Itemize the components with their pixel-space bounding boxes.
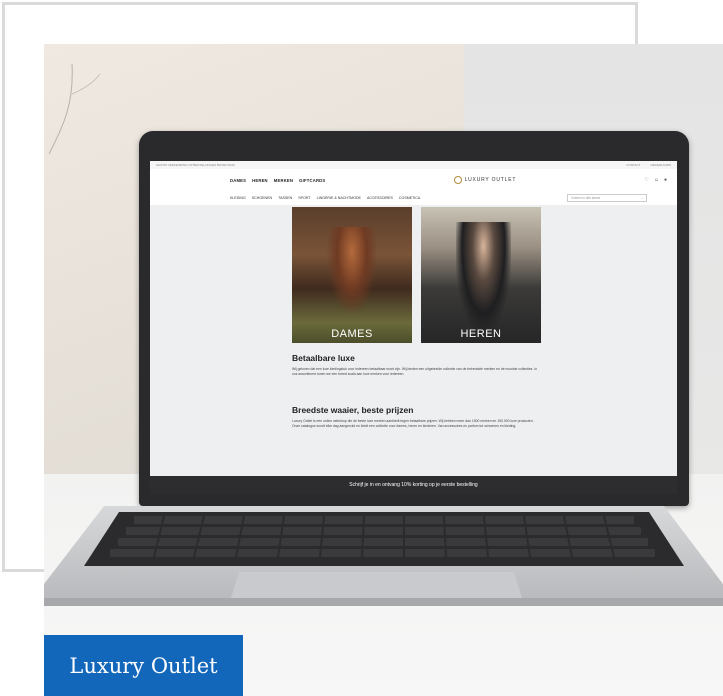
newsletter-band: Schrijf je in en ontvang 10% korting op … bbox=[150, 476, 677, 494]
language-select[interactable]: NEDERLANDS bbox=[650, 163, 671, 167]
account-icon[interactable]: ☺ bbox=[654, 177, 659, 183]
search-icon[interactable]: ⌕ bbox=[641, 196, 643, 200]
section-widest-range: Breedste waaier, beste prijzen Luxury Ou… bbox=[292, 405, 542, 429]
page-content: DAMES HEREN Betaalbare luxe Wij geloven … bbox=[150, 205, 677, 494]
shipping-notice: GRATIS VERZENDING OP BESTELLINGEN BOVEN … bbox=[156, 163, 235, 167]
laptop-screen: GRATIS VERZENDING OP BESTELLINGEN BOVEN … bbox=[150, 161, 677, 494]
cart-icon[interactable]: ● bbox=[664, 177, 667, 183]
caption-badge: Luxury Outlet bbox=[44, 635, 243, 696]
section2-text: Luxury Outlet is een online webshop die … bbox=[292, 419, 534, 428]
nav-giftcards[interactable]: GIFTCARDS bbox=[299, 178, 325, 183]
section1-title: Betaalbare luxe bbox=[292, 353, 355, 363]
tile-dames[interactable]: DAMES bbox=[292, 207, 412, 343]
subnav-tassen[interactable]: TASSEN bbox=[278, 196, 292, 200]
wishlist-icon[interactable]: ♡ bbox=[644, 177, 648, 183]
logo-text: LUXURY OUTLET bbox=[464, 177, 517, 183]
search-placeholder: Zoeken in alle labels bbox=[571, 196, 601, 200]
search-input[interactable]: Zoeken in alle labels ⌕ bbox=[567, 194, 647, 202]
subnav-schoenen[interactable]: SCHOENEN bbox=[252, 196, 272, 200]
laptop-photo: GRATIS VERZENDING OP BESTELLINGEN BOVEN … bbox=[44, 44, 723, 696]
site-logo[interactable]: LUXURY OUTLET bbox=[453, 176, 517, 184]
nav-heren[interactable]: HEREN bbox=[252, 178, 268, 183]
woman-photo bbox=[322, 227, 382, 327]
subnav-accessoires[interactable]: ACCESSOIRES bbox=[367, 196, 393, 200]
section1-text: Wij geloven dat een luxe kledingstuk voo… bbox=[292, 367, 538, 376]
trackpad bbox=[231, 572, 522, 598]
laptop-base bbox=[44, 506, 723, 616]
subnav-lingerie[interactable]: LINGERIE & NACHTMODE bbox=[317, 196, 361, 200]
caption-text: Luxury Outlet bbox=[69, 653, 218, 678]
site-topbar: GRATIS VERZENDING OP BESTELLINGEN BOVEN … bbox=[150, 161, 677, 169]
keyboard-illustration bbox=[44, 506, 723, 606]
nav-dames[interactable]: DAMES bbox=[230, 178, 246, 183]
sub-nav: KLEDING SCHOENEN TASSEN SPORT LINGERIE &… bbox=[150, 191, 677, 205]
main-nav: DAMES HEREN MERKEN GIFTCARDS bbox=[230, 178, 325, 183]
subnav-cosmetica[interactable]: COSMETICA bbox=[399, 196, 420, 200]
subnav-sport[interactable]: SPORT bbox=[298, 196, 310, 200]
section-affordable-luxury: Betaalbare luxe Wij geloven dat een luxe… bbox=[292, 353, 542, 377]
section2-title: Breedste waaier, beste prijzen bbox=[292, 405, 414, 415]
tile-heren-label: HEREN bbox=[460, 328, 502, 340]
logo-icon bbox=[453, 176, 462, 184]
contact-link[interactable]: CONTACT bbox=[626, 163, 640, 167]
header-icons: ♡ ☺ ● bbox=[644, 177, 667, 183]
subnav-kleding[interactable]: KLEDING bbox=[230, 196, 246, 200]
category-tiles: DAMES HEREN bbox=[292, 207, 541, 343]
site-header: DAMES HEREN MERKEN GIFTCARDS LUXURY OUTL… bbox=[150, 169, 677, 191]
man-photo bbox=[456, 222, 511, 332]
nav-merken[interactable]: MERKEN bbox=[274, 178, 293, 183]
newsletter-text: Schrijf je in en ontvang 10% korting op … bbox=[349, 482, 478, 488]
tile-heren[interactable]: HEREN bbox=[421, 207, 541, 343]
tile-dames-label: DAMES bbox=[331, 328, 373, 340]
